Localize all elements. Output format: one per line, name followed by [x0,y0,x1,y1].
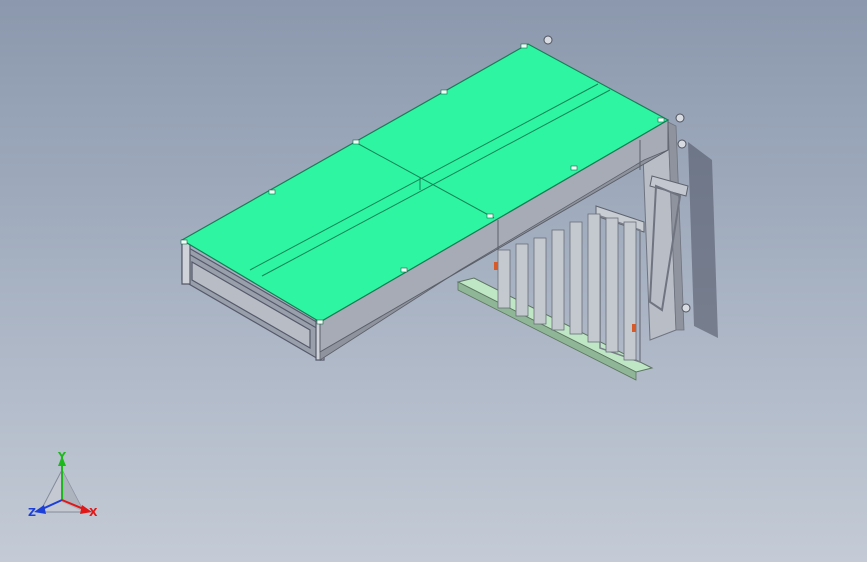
cad-viewport[interactable]: Y X Z [0,0,867,562]
bolt-icon [675,113,685,123]
model-shadow [688,142,718,338]
bolt-icon [543,35,553,45]
view-triad[interactable]: Y X Z [28,450,98,519]
triad-x-label: X [89,506,98,519]
bolt-icon [677,139,687,149]
triad-y-label: Y [57,450,67,463]
triad-z-label: Z [28,506,36,519]
bolt-icon [681,303,691,313]
